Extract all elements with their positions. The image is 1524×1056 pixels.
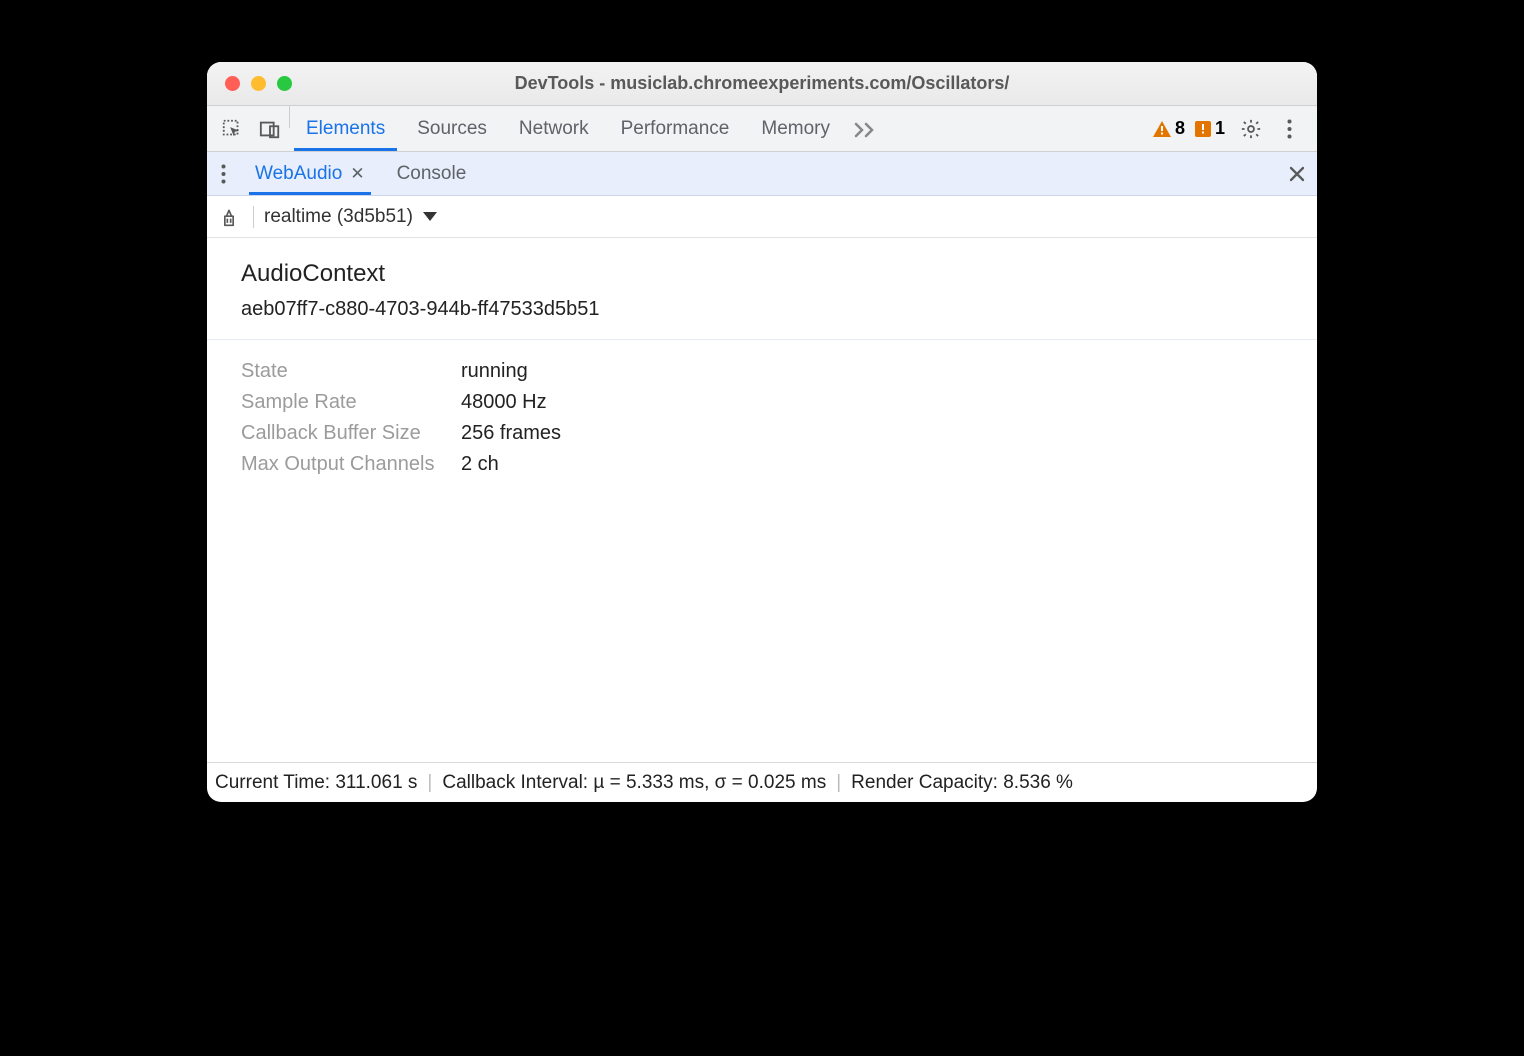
chevron-down-icon [423,212,437,222]
devtools-window: DevTools - musiclab.chromeexperiments.co… [207,62,1317,802]
inspect-element-icon[interactable] [213,106,251,151]
titlebar: DevTools - musiclab.chromeexperiments.co… [207,62,1317,106]
tab-console[interactable]: Console [381,152,483,195]
tab-label: Elements [306,118,385,140]
prop-label-sample-rate: Sample Rate [241,391,461,414]
tab-label: Memory [761,118,830,140]
tab-label: Console [397,163,467,185]
status-callback-interval: Callback Interval: µ = 5.333 ms, σ = 0.0… [442,772,826,794]
warnings-count: 8 [1175,118,1185,139]
tab-label: WebAudio [255,163,342,185]
minimize-window-button[interactable] [251,76,266,91]
context-type-heading: AudioContext [207,238,1317,298]
errors-count: 1 [1215,118,1225,139]
tab-label: Performance [621,118,730,140]
prop-value-sample-rate: 48000 Hz [461,391,1317,414]
maximize-window-button[interactable] [277,76,292,91]
context-id: aeb07ff7-c880-4703-944b-ff47533d5b51 [207,298,1317,339]
context-selector[interactable]: realtime (3d5b51) [264,206,437,228]
divider [253,206,254,228]
device-toolbar-icon[interactable] [251,106,289,151]
tab-network[interactable]: Network [503,106,605,151]
status-separator: | [427,772,432,794]
tab-label: Network [519,118,589,140]
prop-value-state: running [461,360,1317,383]
traffic-lights [225,76,292,91]
prop-value-callback-buffer: 256 frames [461,422,1317,445]
warning-icon [1153,121,1171,137]
close-drawer-icon[interactable] [1277,152,1317,195]
right-icons: 8 1 [1153,106,1311,151]
close-window-button[interactable] [225,76,240,91]
kebab-menu-icon[interactable] [1277,119,1301,139]
status-current-time: Current Time: 311.061 s [215,772,417,794]
context-properties: State running Sample Rate 48000 Hz Callb… [207,340,1317,476]
webaudio-toolbar: realtime (3d5b51) [207,196,1317,238]
drawer-kebab-icon[interactable] [207,152,239,195]
prop-value-max-channels: 2 ch [461,453,1317,476]
status-separator: | [836,772,841,794]
prop-label-state: State [241,360,461,383]
tab-webaudio[interactable]: WebAudio ✕ [239,152,381,195]
webaudio-content: AudioContext aeb07ff7-c880-4703-944b-ff4… [207,238,1317,762]
settings-icon[interactable] [1235,118,1267,140]
close-tab-icon[interactable]: ✕ [350,164,364,184]
tab-elements[interactable]: Elements [290,106,401,151]
prop-label-callback-buffer: Callback Buffer Size [241,422,461,445]
statusbar: Current Time: 311.061 s | Callback Inter… [207,762,1317,802]
prop-label-max-channels: Max Output Channels [241,453,461,476]
drawer-tabs: WebAudio ✕ Console [207,152,1317,196]
tab-performance[interactable]: Performance [605,106,746,151]
status-render-capacity: Render Capacity: 8.536 % [851,772,1073,794]
more-tabs-icon[interactable] [846,106,884,151]
tab-label: Sources [417,118,487,140]
tab-memory[interactable]: Memory [745,106,846,151]
tab-sources[interactable]: Sources [401,106,503,151]
error-icon [1195,121,1211,137]
window-title: DevTools - musiclab.chromeexperiments.co… [207,73,1317,94]
errors-badge[interactable]: 1 [1195,118,1225,139]
warnings-badge[interactable]: 8 [1153,118,1185,139]
clear-icon[interactable] [215,207,243,227]
main-tabs: Elements Sources Network Performance Mem… [207,106,1317,152]
context-selector-label: realtime (3d5b51) [264,206,413,228]
